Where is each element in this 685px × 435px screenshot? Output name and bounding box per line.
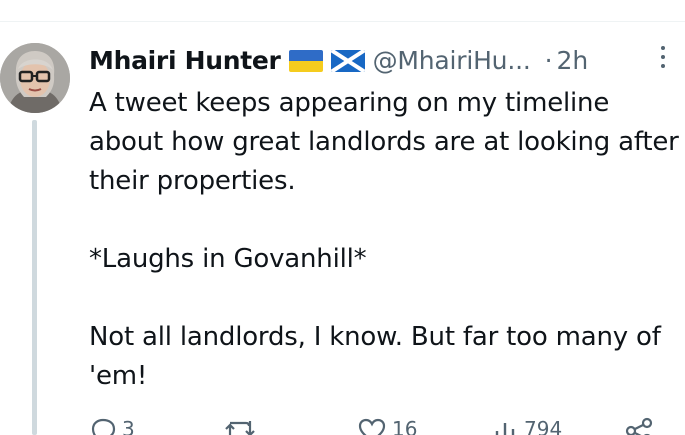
scotland-flag-icon (330, 50, 365, 72)
views-button[interactable]: 794 (491, 417, 562, 435)
retweet-icon (225, 421, 255, 435)
tweet-time[interactable]: 2h (557, 43, 589, 79)
author-handle[interactable]: @MhairiHu... (373, 43, 531, 79)
like-count: 16 (392, 417, 418, 435)
like-button[interactable]: 16 (357, 417, 417, 435)
share-icon (625, 417, 653, 435)
tweet-paragraph: *Laughs in Govanhill* (89, 244, 367, 274)
reply-icon (91, 418, 116, 435)
tweet-paragraph: A tweet keeps appearing on my timeline a… (89, 88, 679, 196)
reply-button[interactable]: 3 (89, 417, 135, 435)
tweet-actions: 3 16 794 (89, 417, 679, 435)
author-name[interactable]: Mhairi Hunter (89, 43, 281, 79)
tweet-page: Mhairi Hunter @MhairiHu... · 2h A tweet … (0, 0, 685, 435)
heart-icon (358, 418, 386, 435)
ukraine-flag-icon (288, 50, 323, 72)
views-count: 794 (524, 417, 563, 435)
thread-line (32, 120, 37, 435)
separator-dot: · (544, 46, 553, 75)
analytics-icon (495, 423, 515, 435)
share-button[interactable] (623, 417, 655, 435)
tweet-header: Mhairi Hunter @MhairiHu... · 2h (89, 43, 588, 79)
reply-count: 3 (122, 417, 135, 435)
retweet-button[interactable] (222, 417, 263, 435)
tweet-text: A tweet keeps appearing on my timeline a… (89, 84, 679, 396)
tweet-paragraph: Not all landlords, I know. But far too m… (89, 322, 661, 391)
avatar[interactable] (0, 43, 70, 113)
top-divider (0, 21, 685, 22)
more-options-icon[interactable] (655, 46, 671, 72)
